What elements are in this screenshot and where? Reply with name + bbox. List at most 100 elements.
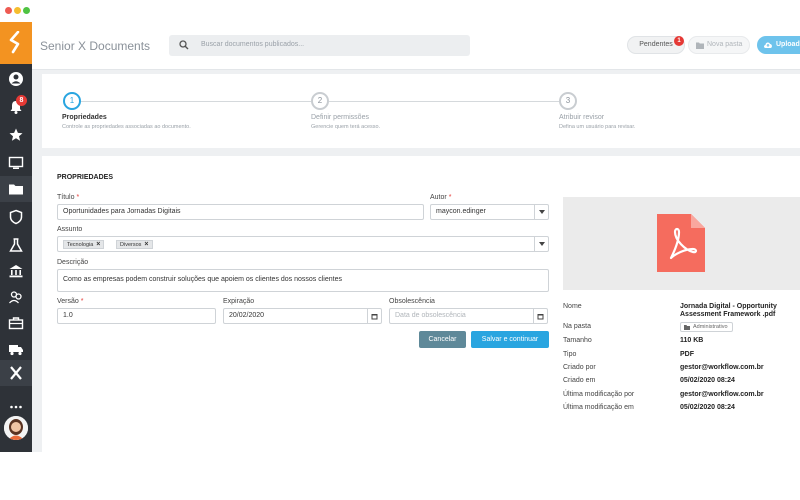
new-folder-label: Nova pasta	[707, 41, 743, 48]
title-field[interactable]: Oportunidades para Jornadas Digitais	[57, 204, 424, 220]
author-value: maycon.edinger	[436, 208, 486, 215]
meta-type-label: Tipo	[563, 351, 577, 358]
author-label: Autor *	[430, 194, 451, 201]
users-icon	[9, 291, 22, 304]
meta-modified-by-label: Última modificação por	[563, 391, 635, 398]
app-title: Senior X Documents	[40, 39, 151, 53]
step-3-indicator[interactable]: 3	[559, 92, 577, 110]
description-value: Como as empresas podem construir soluçõe…	[63, 276, 342, 283]
document-preview	[563, 197, 800, 290]
search-input[interactable]: Buscar documentos publicados...	[169, 35, 470, 56]
step-connector	[81, 101, 311, 102]
chevron-down-icon[interactable]	[534, 205, 548, 219]
meta-modified-at-label: Última modificação em	[563, 404, 634, 411]
x-icon	[10, 366, 22, 380]
calendar-icon[interactable]	[367, 309, 381, 323]
sidebar-item-users[interactable]	[0, 284, 32, 310]
sidebar-item-flask[interactable]	[0, 232, 32, 258]
step-1-subtitle: Controle as propriedades associadas ao d…	[62, 124, 191, 130]
maximize-window-button[interactable]	[23, 7, 30, 14]
required-mark: *	[80, 298, 84, 305]
meta-folder-label: Na pasta	[563, 323, 592, 330]
pending-badge: 1	[674, 36, 684, 46]
subject-label: Assunto	[57, 226, 83, 233]
sidebar-item-security[interactable]	[0, 204, 32, 230]
sidebar-item-documents[interactable]	[0, 176, 32, 202]
sidebar-item-favorites[interactable]	[0, 122, 32, 148]
title-label-text: Título	[57, 194, 75, 201]
tag-chip: Diversos ×	[116, 240, 153, 249]
app-window: 8 Senior X Documents Buscar documentos p…	[0, 0, 800, 452]
user-circle-icon	[9, 72, 23, 86]
upload-label: Upload	[776, 41, 800, 48]
sidebar-item-logistics[interactable]	[0, 336, 32, 362]
step-1-indicator[interactable]: 1	[63, 92, 81, 110]
user-avatar[interactable]	[4, 416, 28, 440]
upload-button[interactable]: Upload	[757, 36, 800, 54]
senior-logo[interactable]	[0, 22, 32, 64]
shield-icon	[9, 209, 23, 225]
version-label-text: Versão	[57, 298, 79, 305]
step-3-title[interactable]: Atribuir revisor	[559, 114, 604, 121]
tag-remove-icon[interactable]: ×	[96, 241, 100, 248]
bank-icon	[9, 265, 23, 278]
new-folder-button[interactable]: Nova pasta	[688, 36, 750, 54]
search-icon	[179, 40, 189, 50]
sidebar-item-notifications[interactable]: 8	[0, 94, 32, 120]
required-mark: *	[448, 194, 452, 201]
meta-name-label: Nome	[563, 303, 582, 310]
folder-chip[interactable]: Administrativo	[680, 322, 733, 332]
expiration-date-field[interactable]: 20/02/2020	[223, 308, 382, 324]
cancel-button[interactable]: Cancelar	[419, 331, 466, 348]
monitor-icon	[8, 156, 24, 169]
save-continue-button[interactable]: Salvar e continuar	[471, 331, 549, 348]
meta-created-by-label: Criado por	[563, 364, 596, 371]
properties-panel: PROPRIEDADES Título * Oportunidades para…	[42, 156, 800, 452]
notifications-badge: 8	[16, 95, 27, 106]
meta-modified-at-value: 05/02/2020 08:24	[680, 404, 735, 411]
tag-remove-icon[interactable]: ×	[144, 241, 148, 248]
folder-icon	[684, 325, 690, 330]
author-label-text: Autor	[430, 194, 447, 201]
step-connector	[329, 101, 559, 102]
calendar-icon[interactable]	[533, 309, 547, 323]
expiration-label: Expiração	[223, 298, 255, 305]
truck-icon	[9, 345, 23, 356]
tag-label: Tecnologia	[67, 242, 94, 248]
sidebar-item-senior-x[interactable]	[0, 360, 32, 386]
minimize-window-button[interactable]	[14, 7, 21, 14]
step-1-title[interactable]: Propriedades	[62, 114, 107, 121]
expiration-value: 20/02/2020	[229, 312, 265, 319]
description-field[interactable]: Como as empresas podem construir soluçõe…	[57, 269, 549, 292]
sidebar-item-bank[interactable]	[0, 258, 32, 284]
version-field[interactable]: 1.0	[57, 308, 216, 324]
chevron-down-icon[interactable]	[534, 237, 548, 251]
meta-type-value: PDF	[680, 351, 694, 358]
author-select[interactable]: maycon.edinger	[430, 204, 549, 220]
obsolescence-placeholder: Data de obsolescência	[395, 312, 466, 319]
sidebar: 8	[0, 22, 32, 452]
sidebar-item-briefcase[interactable]	[0, 310, 32, 336]
step-2-indicator[interactable]: 2	[311, 92, 329, 110]
obsolescence-label: Obsolescência	[389, 298, 435, 305]
meta-created-by-value: gestor@workflow.com.br	[680, 364, 764, 371]
window-titlebar	[0, 0, 800, 22]
version-label: Versão *	[57, 298, 83, 305]
meta-created-at-label: Criado em	[563, 377, 596, 384]
close-window-button[interactable]	[5, 7, 12, 14]
sidebar-item-monitor[interactable]	[0, 150, 32, 176]
sidebar-item-profile[interactable]	[0, 66, 32, 92]
subject-tags-field[interactable]: Tecnologia × Diversos ×	[57, 236, 549, 252]
top-header: Senior X Documents Buscar documentos pub…	[32, 22, 800, 70]
pdf-file-icon	[657, 214, 705, 272]
search-placeholder: Buscar documentos publicados...	[201, 41, 305, 48]
meta-size-value: 110 KB	[680, 337, 704, 344]
obsolescence-date-field[interactable]: Data de obsolescência	[389, 308, 548, 324]
step-2-title[interactable]: Definir permissões	[311, 114, 369, 121]
tag-label: Diversos	[120, 242, 142, 248]
required-mark: *	[76, 194, 80, 201]
title-label: Título *	[57, 194, 79, 201]
folder-plus-icon	[696, 42, 704, 49]
folder-chip-label: Administrativo	[693, 324, 728, 330]
description-label: Descrição	[57, 259, 89, 266]
